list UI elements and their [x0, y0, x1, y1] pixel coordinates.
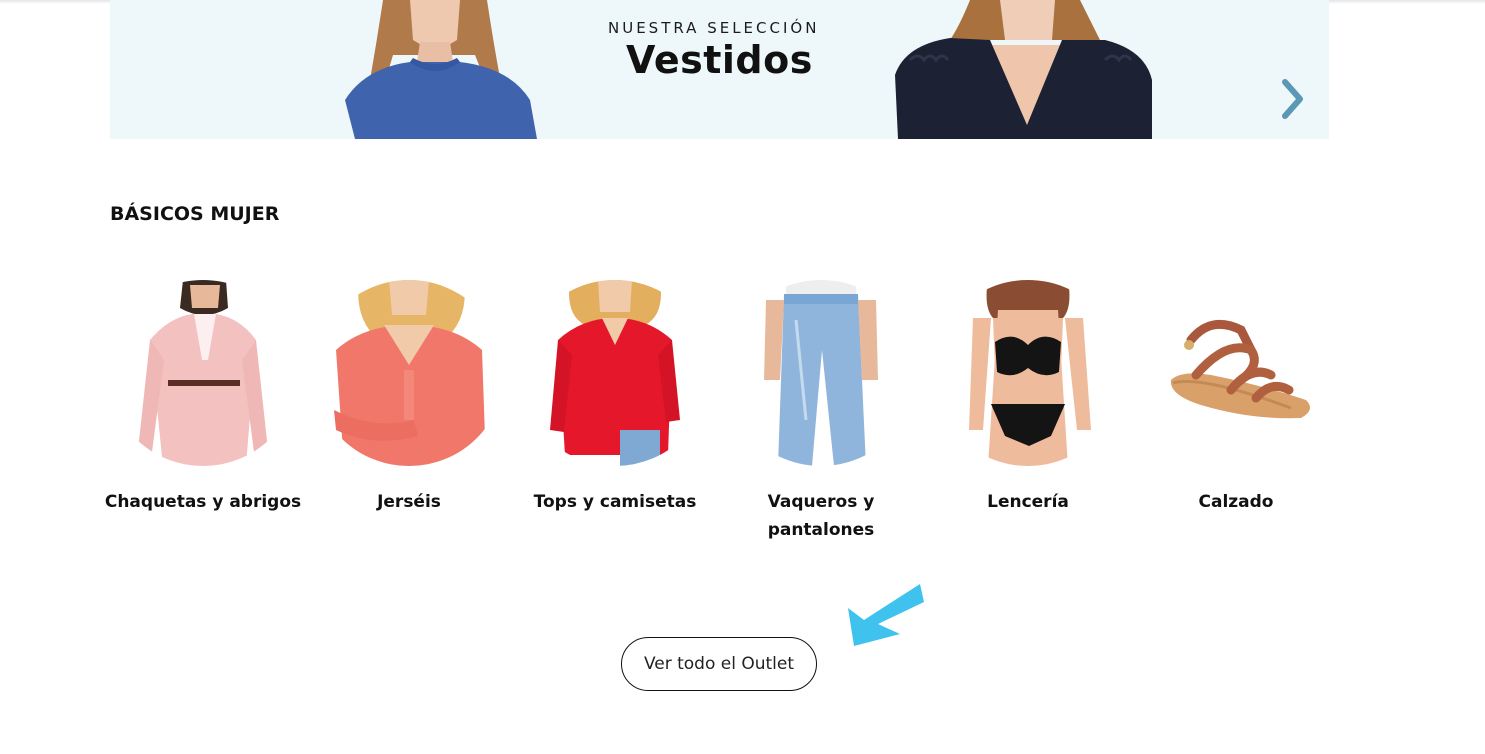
- category-label: Calzado: [1198, 492, 1274, 512]
- category-label: Jerséis: [377, 492, 441, 512]
- ver-todo-outlet-button[interactable]: Ver todo el Outlet: [621, 637, 817, 691]
- category-lenceria[interactable]: Lencería: [928, 280, 1128, 516]
- vestidos-banner[interactable]: NUESTRA SELECCIÓN Vestidos: [110, 0, 1329, 139]
- model-blue-top-image: [345, 0, 537, 139]
- model-navy-top-image: [895, 0, 1152, 139]
- section-title: BÁSICOS MUJER: [110, 203, 280, 225]
- category-chaquetas-y-abrigos[interactable]: Chaquetas y abrigos: [103, 280, 303, 516]
- category-vaqueros-y-pantalones[interactable]: Vaqueros y pantalones: [721, 280, 921, 544]
- category-label: Chaquetas y abrigos: [104, 492, 302, 512]
- arrow-pointer-icon: [848, 584, 924, 646]
- category-jerseis[interactable]: Jerséis: [309, 280, 509, 516]
- chevron-right-icon[interactable]: [1280, 78, 1306, 120]
- red-blouse-image: [520, 280, 710, 466]
- category-label: Vaqueros y pantalones: [767, 492, 875, 540]
- page: NUESTRA SELECCIÓN Vestidos BÁSICOS MUJER…: [0, 0, 1485, 754]
- category-label: Tops y camisetas: [533, 492, 697, 512]
- jeans-image: [726, 280, 916, 466]
- pink-blazer-image: [108, 280, 298, 466]
- lingerie-image: [933, 280, 1123, 466]
- category-tops-y-camisetas[interactable]: Tops y camisetas: [515, 280, 715, 516]
- category-label: Lencería: [987, 492, 1069, 512]
- category-calzado[interactable]: Calzado: [1136, 280, 1336, 516]
- coral-sweater-image: [314, 280, 504, 466]
- banner-eyebrow: NUESTRA SELECCIÓN: [608, 19, 820, 37]
- banner-title: Vestidos: [626, 38, 813, 82]
- sandal-image: [1141, 280, 1331, 466]
